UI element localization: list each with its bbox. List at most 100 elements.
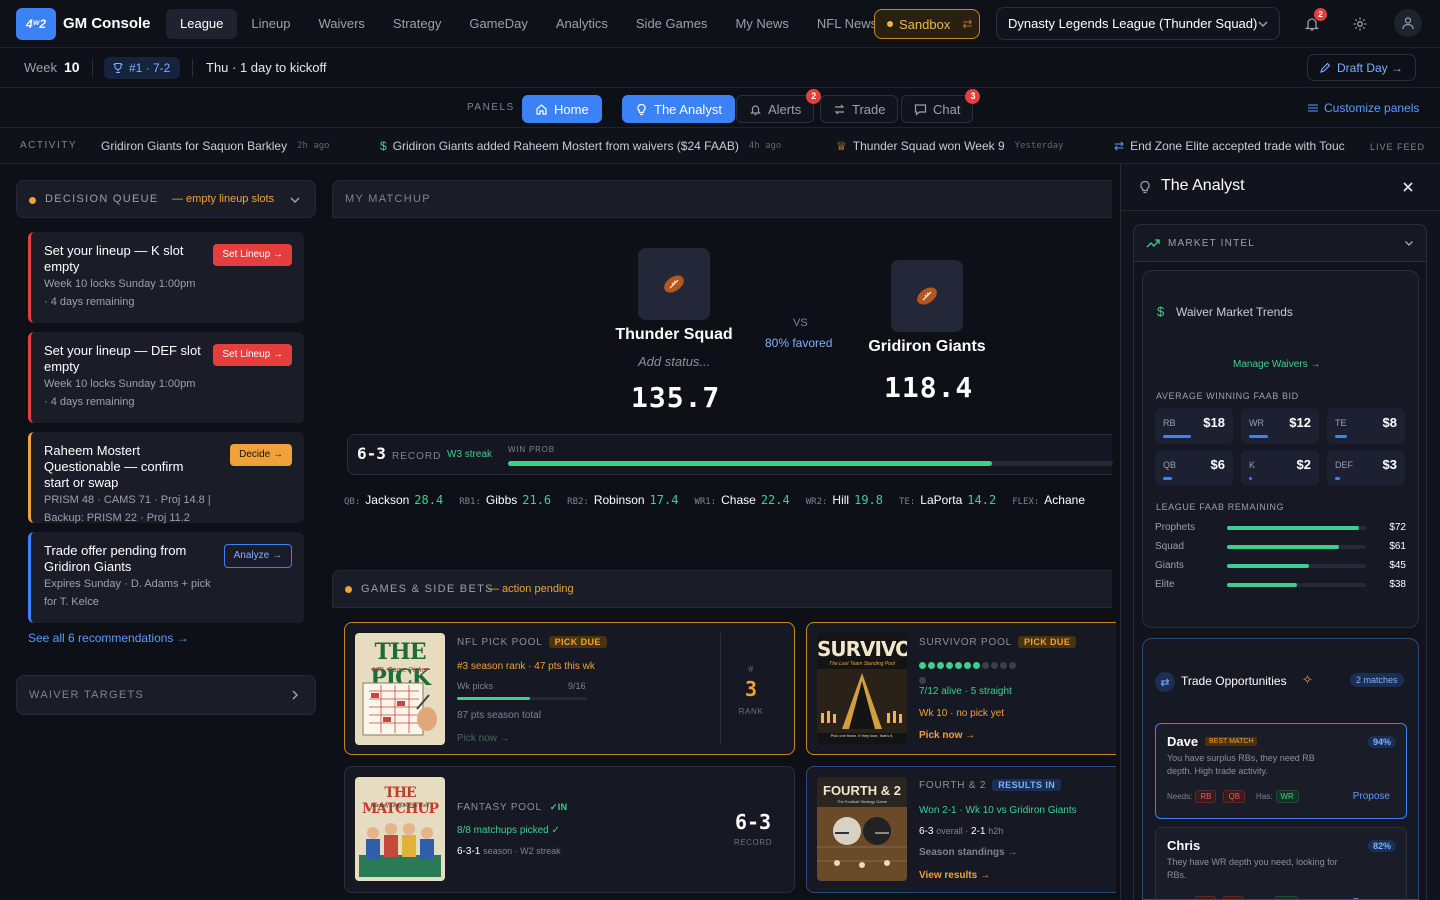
- week-bar: Week 10 #1 · 7-2 Thu · 1 day to kickoff …: [0, 48, 1440, 88]
- season-standings-link[interactable]: Season standings →: [919, 846, 1017, 859]
- customize-panels-link[interactable]: Customize panels: [1307, 101, 1419, 115]
- away-team-logo[interactable]: [891, 260, 963, 332]
- home-team-status[interactable]: Add status...: [638, 354, 710, 369]
- league-faab-track: [1227, 564, 1366, 568]
- rank-badge[interactable]: #1 · 7-2: [104, 57, 181, 79]
- faab-value: $3: [1382, 457, 1397, 472]
- home-team-logo[interactable]: [638, 248, 710, 320]
- decision-queue-header[interactable]: DECISION QUEUE — empty lineup slots: [16, 180, 316, 218]
- pick-pool-rank-line: #3 season rank · 47 pts this wk: [457, 661, 595, 672]
- survivor-dot: [964, 662, 971, 669]
- panel-alerts-button[interactable]: Alerts 2: [736, 89, 822, 123]
- ticker-text: End Zone Elite accepted trade with Touc: [1130, 139, 1345, 153]
- top-nav: 4ʷ2 GM Console League Lineup Waivers Str…: [0, 0, 1440, 48]
- has-chip: WR: [1274, 896, 1298, 899]
- league-faab-label: LEAGUE FAAB REMAINING: [1156, 502, 1285, 512]
- see-all-recommendations-link[interactable]: See all 6 recommendations →: [28, 631, 189, 645]
- lineup-slot[interactable]: WR2: Hill 19.8: [806, 493, 883, 507]
- set-lineup-button[interactable]: Set Lineup →: [213, 244, 292, 266]
- lineup-slot[interactable]: WR1: Chase 22.4: [694, 493, 789, 507]
- lineup-slot[interactable]: TE: LaPorta 14.2: [899, 493, 996, 507]
- user-icon: [1402, 17, 1414, 30]
- lineup-slot[interactable]: QB: Jackson 28.4: [344, 493, 443, 507]
- lineup-points: 22.4: [760, 493, 790, 507]
- league-amount: $38: [1389, 579, 1406, 590]
- settings-button[interactable]: [1346, 10, 1374, 38]
- nav-tab-my-news[interactable]: My News: [721, 9, 802, 39]
- ticker-item[interactable]: ⇄ End Zone Elite accepted trade with Tou…: [1114, 139, 1345, 153]
- fantasy-record: 6-3: [734, 810, 772, 834]
- card-detail: for T. Kelce: [44, 596, 99, 608]
- games-subtitle: — action pending: [488, 583, 574, 595]
- set-lineup-def-card[interactable]: Set your lineup — DEF slot empty Week 10 …: [28, 332, 304, 423]
- decide-button[interactable]: Decide →: [230, 444, 292, 466]
- nav-tab-waivers[interactable]: Waivers: [304, 9, 378, 39]
- notifications-button[interactable]: 2: [1298, 8, 1327, 38]
- divider: [92, 59, 93, 77]
- trade-offer-card[interactable]: Trade offer pending from Gridiron Giants…: [28, 532, 304, 623]
- league-faab-row: Elite $38: [1155, 579, 1406, 593]
- faab-position: QB: [1163, 460, 1177, 470]
- cover-title: SURVIVOR: [817, 637, 907, 661]
- nav-tab-gameday[interactable]: GameDay: [455, 9, 542, 39]
- manage-waivers-label: Manage Waivers: [1233, 359, 1308, 370]
- panel-analyst-button[interactable]: The Analyst: [622, 95, 735, 123]
- trade-card-chris[interactable]: Chris 82% They have WR depth you need, loo…: [1155, 827, 1407, 899]
- card-title: Trade offer pending from Gridiron Giants: [44, 543, 187, 574]
- survivor-pick-now-link[interactable]: Pick now →: [919, 729, 975, 742]
- nav-tab-side-games[interactable]: Side Games: [622, 9, 722, 39]
- waiver-market-card: $ Waiver Market Trends Manage Waivers → …: [1142, 270, 1419, 628]
- lineup-slot[interactable]: FLEX: Achane: [1012, 493, 1090, 507]
- trade-matches-badge: 2 matches: [1350, 673, 1404, 687]
- ticker-item[interactable]: Gridiron Giants for Saquon Barkley 2h ag…: [101, 139, 330, 153]
- panels-label: PANELS: [467, 102, 515, 113]
- nav-tab-league[interactable]: League: [166, 9, 238, 39]
- nav-tab-strategy[interactable]: Strategy: [379, 9, 455, 39]
- close-icon[interactable]: [1402, 181, 1414, 193]
- league-faab-row: Squad $61: [1155, 541, 1406, 555]
- league-selector[interactable]: Dynasty Legends League (Thunder Squad): [996, 7, 1280, 40]
- stadium-illustration: [817, 669, 907, 733]
- fantasy-pool-card[interactable]: THE MATCHUP Fantasy League Pick Pool FAN…: [344, 766, 795, 893]
- panel-trade-button[interactable]: Trade: [820, 95, 899, 123]
- sandbox-toggle[interactable]: Sandbox ⇄: [874, 9, 980, 39]
- fantasy-record-label: RECORD: [733, 838, 773, 847]
- analyze-button[interactable]: Analyze →: [223, 544, 292, 568]
- app-logo[interactable]: 4ʷ2: [16, 8, 56, 40]
- view-results-link[interactable]: View results →: [919, 869, 990, 882]
- cover-title: FOURTH & 2: [823, 783, 901, 798]
- panel-trade-label: Trade: [852, 101, 886, 117]
- lineup-strip: QB: Jackson 28.4 RB1: Gibbs 21.6 RB2: Robinson 1…: [344, 493, 1106, 507]
- survivor-dot: [919, 677, 926, 684]
- pick-pool-card[interactable]: THE PICK NFL Game Picker NFL PICK POOL PI…: [344, 622, 795, 755]
- set-lineup-button[interactable]: Set Lineup →: [213, 344, 292, 366]
- set-lineup-k-card[interactable]: Set your lineup — K slot empty Week 10 lo…: [28, 232, 304, 323]
- league-team: Elite: [1155, 579, 1175, 590]
- pick-now-link[interactable]: Pick now →: [457, 732, 510, 745]
- sandbox-dot: [887, 21, 893, 27]
- mostert-questionable-card[interactable]: Raheem Mostert Questionable — confirm st…: [28, 432, 304, 524]
- lineup-slot[interactable]: RB1: Gibbs 21.6: [459, 493, 551, 507]
- vs-label: VS: [793, 317, 808, 329]
- panel-chat-button[interactable]: Chat 3: [901, 89, 981, 123]
- fantasy-picked-line: 8/8 matchups picked ✓: [457, 825, 560, 836]
- draft-day-button[interactable]: Draft Day →: [1307, 54, 1416, 81]
- lineup-slot[interactable]: RB2: Robinson 17.4: [567, 493, 678, 507]
- panel-home-button[interactable]: Home: [522, 95, 602, 123]
- survivor-pool-card[interactable]: SURVIVOR The Last Team Standing Pool Pic…: [806, 622, 1116, 755]
- lightbulb-icon: [637, 103, 646, 115]
- faab-tile-k: K $2: [1241, 450, 1319, 486]
- ticker-item[interactable]: $ Gridiron Giants added Raheem Mostert f…: [380, 139, 781, 153]
- ticker-item[interactable]: ♕ Thunder Squad won Week 9 Yesterday: [836, 139, 1063, 153]
- fourth-and-2-card[interactable]: FOURTH & 2 The Football Strategy Game FO…: [806, 766, 1116, 893]
- nav-tab-lineup[interactable]: Lineup: [237, 9, 304, 39]
- user-avatar[interactable]: [1394, 9, 1422, 37]
- market-intel-header[interactable]: MARKET INTEL: [1133, 224, 1427, 262]
- propose-link[interactable]: Propose: [1353, 791, 1390, 802]
- league-selector-value: Dynasty Legends League (Thunder Squad): [1008, 16, 1258, 31]
- nav-tab-analytics[interactable]: Analytics: [542, 9, 622, 39]
- faab-bar: [1335, 477, 1340, 480]
- trade-card-dave[interactable]: Dave BEST MATCH 94% You have surplus RBs, t…: [1155, 723, 1407, 819]
- manage-waivers-link[interactable]: Manage Waivers →: [1233, 359, 1320, 370]
- waiver-targets-header[interactable]: WAIVER TARGETS: [16, 675, 316, 715]
